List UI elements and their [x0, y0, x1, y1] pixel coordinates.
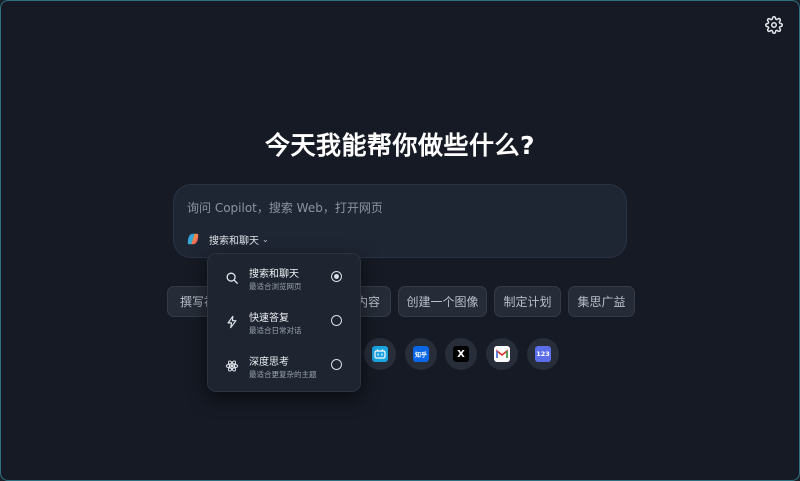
chip-label: 创建一个图像 — [406, 295, 479, 309]
mode-label: 搜索和聊天 — [209, 235, 259, 247]
composer-box: 搜索和聊天 ⌄ — [173, 184, 627, 258]
x-icon: X — [453, 346, 469, 362]
atom-icon — [225, 359, 239, 373]
option-title: 快速答复 — [249, 313, 289, 324]
mode-option-quick-answer[interactable]: 快速答复 最适合日常对话 — [208, 303, 360, 343]
search-icon — [225, 271, 239, 285]
zhihu-icon: 知乎 — [413, 346, 429, 362]
option-subtitle: 最适合浏览网页 — [249, 282, 302, 291]
option-subtitle: 最适合日常对话 — [249, 326, 302, 335]
chip-brainstorm[interactable]: 集思广益 — [568, 286, 635, 317]
site-bilibili[interactable] — [364, 338, 396, 370]
lightning-icon — [225, 315, 239, 329]
site-calculator[interactable]: 123 — [527, 338, 559, 370]
copilot-icon — [186, 232, 200, 246]
site-zhihu[interactable]: 知乎 — [405, 338, 437, 370]
chip-label: 集思广益 — [577, 295, 626, 309]
radio-selected[interactable] — [331, 271, 342, 282]
chip-plan[interactable]: 制定计划 — [494, 286, 561, 317]
app-window: 今天我能帮你做些什么? 搜索和聊天 ⌄ 撰 — [0, 0, 800, 481]
search-input[interactable] — [187, 199, 607, 217]
mode-menu: 搜索和聊天 最适合浏览网页 快速答复 最适合日常对话 深度思考 最适合更复杂的主… — [207, 253, 361, 392]
option-subtitle: 最适合更复杂的主题 — [249, 370, 317, 379]
mode-dropdown-button[interactable]: 搜索和聊天 ⌄ — [209, 230, 269, 248]
site-x[interactable]: X — [445, 338, 477, 370]
mode-option-deep-think[interactable]: 深度思考 最适合更复杂的主题 — [208, 347, 360, 387]
site-gmail[interactable] — [486, 338, 518, 370]
radio-unselected[interactable] — [331, 315, 342, 326]
chevron-down-icon: ⌄ — [262, 235, 269, 244]
mode-option-search-chat[interactable]: 搜索和聊天 最适合浏览网页 — [208, 259, 360, 299]
bilibili-icon — [372, 346, 388, 362]
calculator-icon: 123 — [535, 346, 551, 362]
page-title: 今天我能帮你做些什么? — [264, 131, 535, 160]
chip-create-image[interactable]: 创建一个图像 — [398, 286, 487, 317]
option-title: 搜索和聊天 — [249, 269, 299, 280]
chip-label: 制定计划 — [503, 295, 552, 309]
gear-icon[interactable] — [765, 16, 783, 34]
radio-unselected[interactable] — [331, 359, 342, 370]
gmail-icon — [494, 346, 510, 362]
option-title: 深度思考 — [249, 357, 289, 368]
